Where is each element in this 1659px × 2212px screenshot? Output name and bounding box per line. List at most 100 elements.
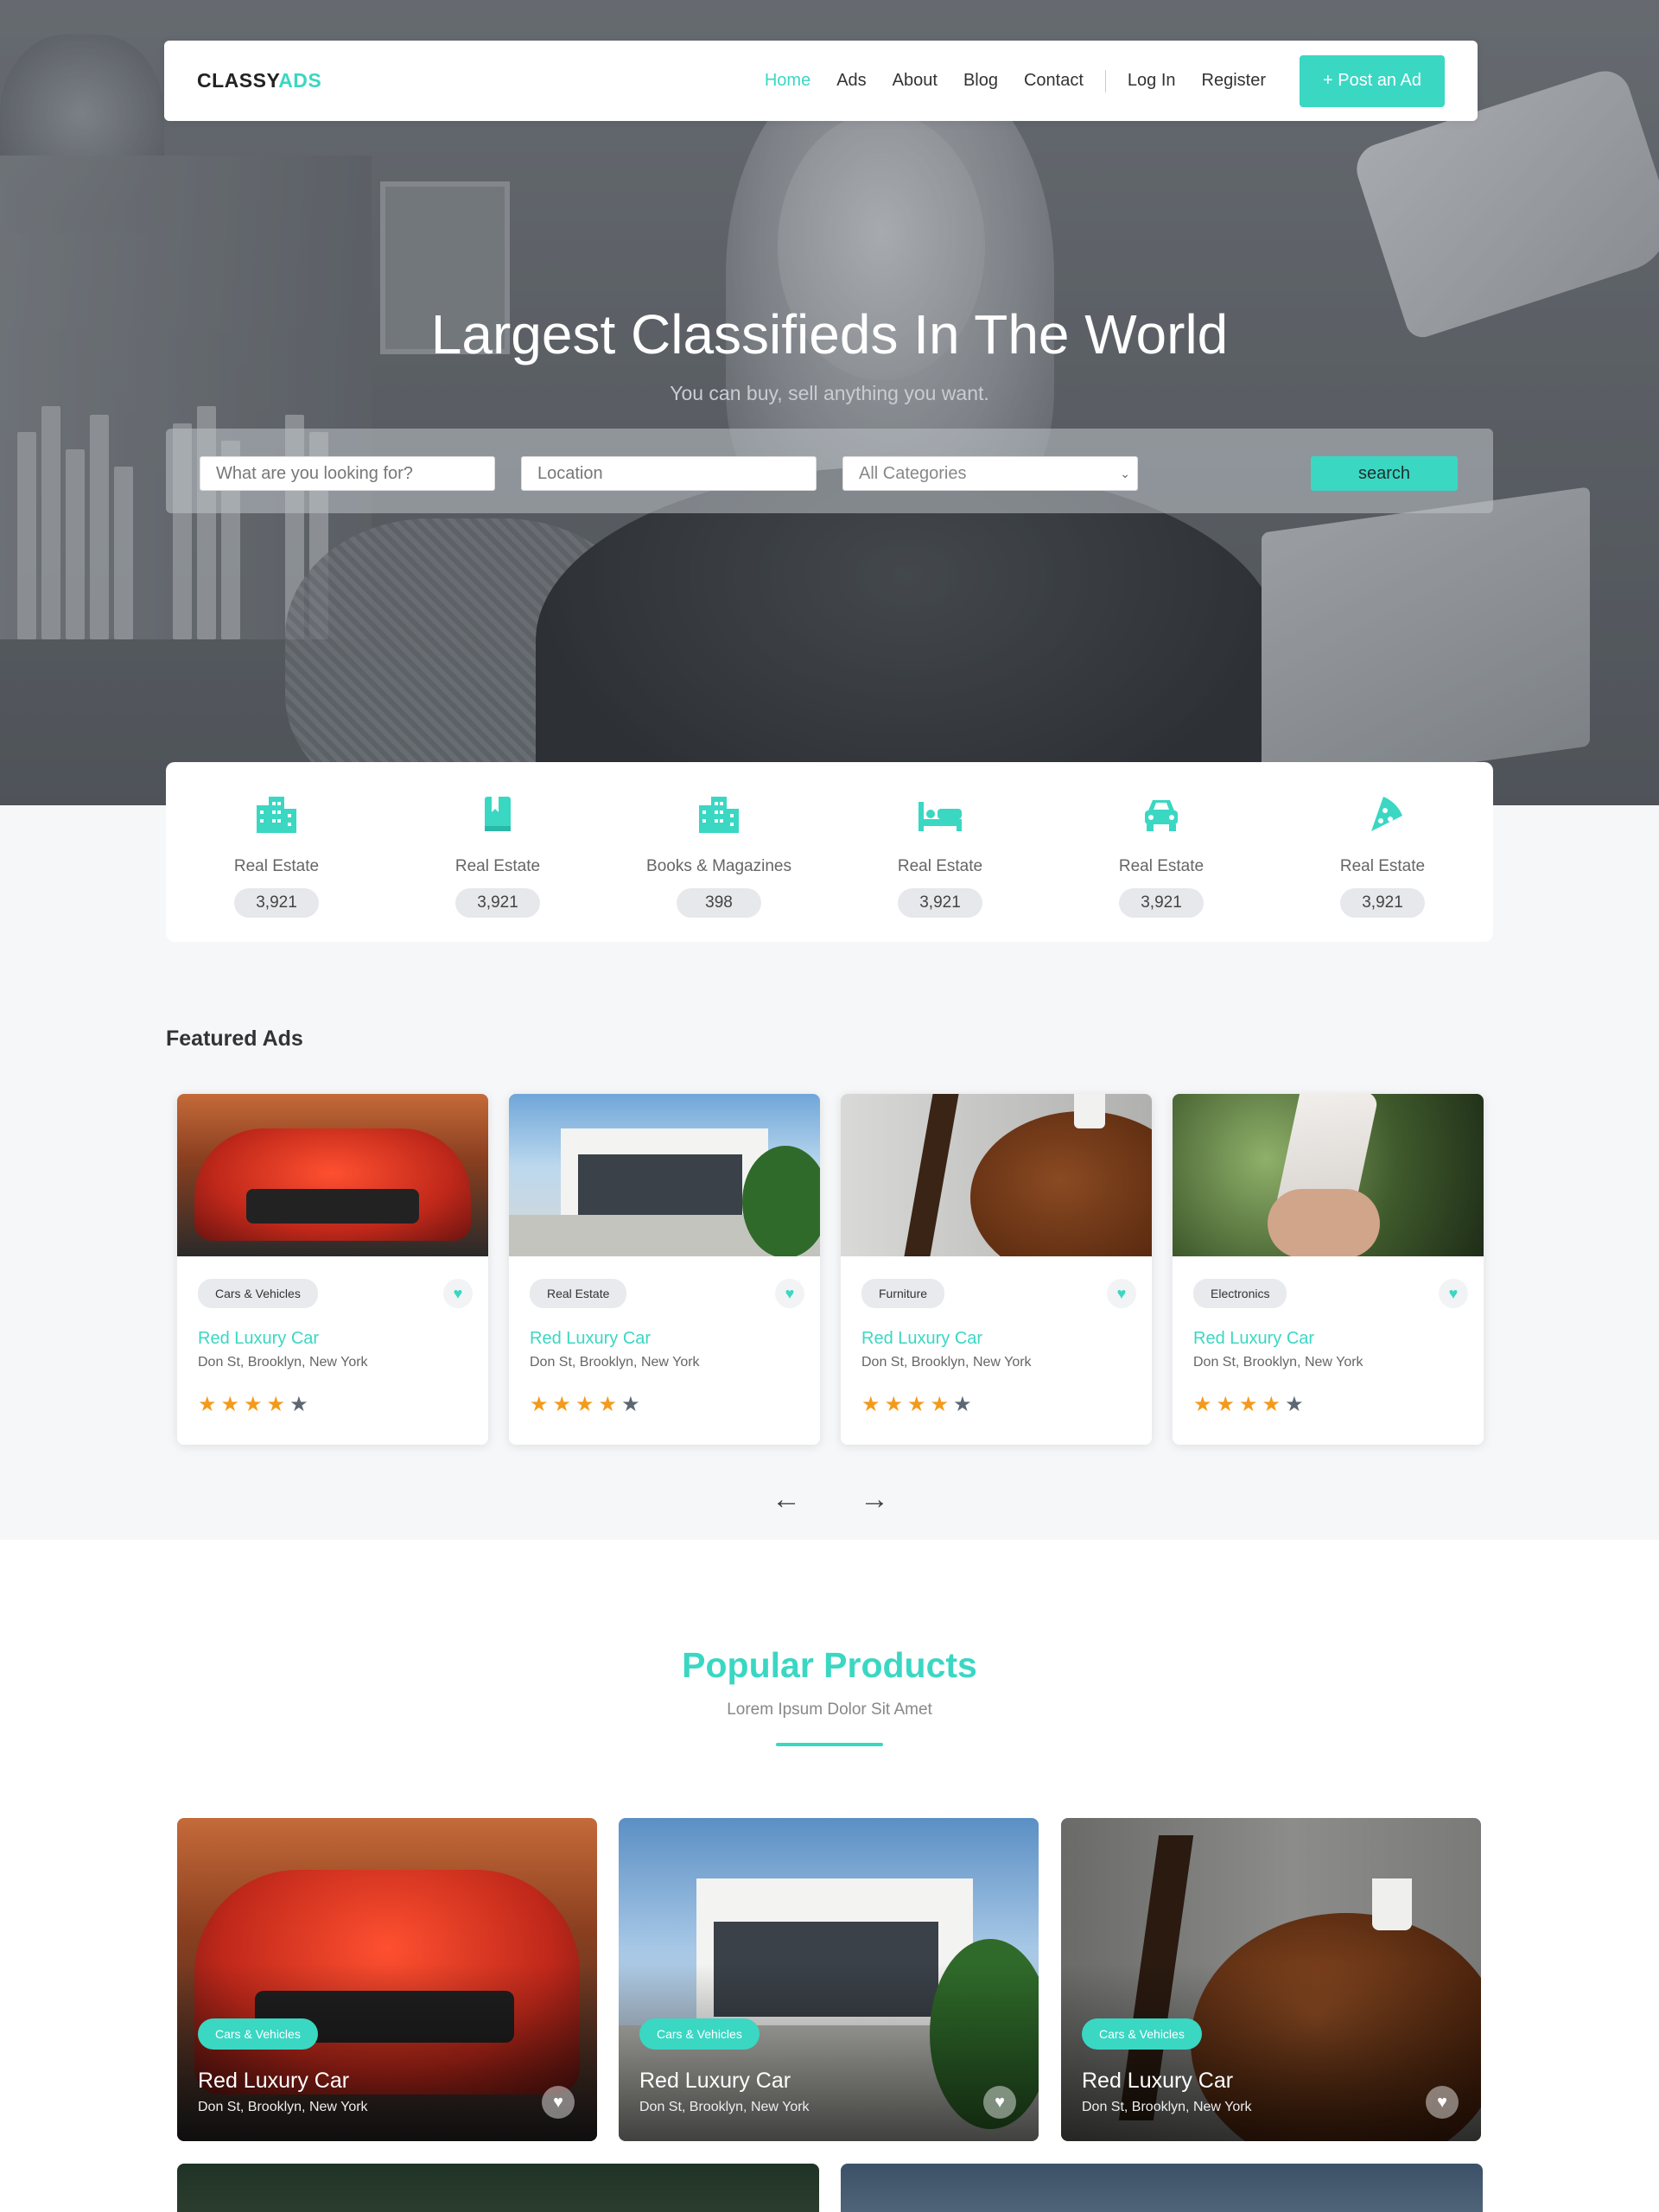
heart-icon[interactable]: ♥ xyxy=(1426,2086,1459,2119)
category-item[interactable]: Real Estate 3,921 xyxy=(387,762,608,942)
heart-icon[interactable]: ♥ xyxy=(775,1279,804,1308)
category-tag[interactable]: Cars & Vehicles xyxy=(1082,2018,1202,2050)
popular-product-card[interactable]: Cars & Vehicles Red Luxury Car Don St, B… xyxy=(619,1818,1039,2141)
star-icon: ★ xyxy=(530,1393,549,1416)
product-location: Don St, Brooklyn, New York xyxy=(198,2100,368,2114)
heart-icon[interactable]: ♥ xyxy=(983,2086,1016,2119)
category-count: 3,921 xyxy=(455,888,540,918)
category-item[interactable]: Real Estate 3,921 xyxy=(1051,762,1272,942)
category-count: 3,921 xyxy=(1119,888,1204,918)
nav-blog-link[interactable]: Blog xyxy=(950,71,1011,91)
nav-ads-link[interactable]: Ads xyxy=(823,71,879,91)
product-title[interactable]: Red Luxury Car xyxy=(1082,2069,1233,2094)
star-icon: ★ xyxy=(884,1393,904,1416)
popular-products-title: Popular Products xyxy=(682,1645,977,1685)
search-bar: What are you looking for? Location All C… xyxy=(166,429,1493,513)
category-count: 3,921 xyxy=(898,888,982,918)
ad-location: Don St, Brooklyn, New York xyxy=(530,1355,700,1370)
ad-title[interactable]: Red Luxury Car xyxy=(530,1329,651,1349)
category-select[interactable]: All Categories ⌄ xyxy=(842,456,1138,491)
category-item[interactable]: Real Estate 3,921 xyxy=(166,762,387,942)
nav-about-link[interactable]: About xyxy=(880,71,950,91)
pizza-icon xyxy=(1371,797,1402,831)
star-rating: ★ ★ ★ ★ ★ xyxy=(198,1395,308,1415)
title-underline xyxy=(776,1743,883,1746)
featured-ads-title: Featured Ads xyxy=(166,1027,303,1051)
popular-product-card[interactable]: Cars & Vehicles Red Luxury Car Don St, B… xyxy=(1061,1818,1481,2141)
featured-ad-card[interactable]: Electronics ♥ Red Luxury Car Don St, Bro… xyxy=(1173,1094,1484,1445)
search-button[interactable]: search xyxy=(1311,456,1458,491)
heart-icon[interactable]: ♥ xyxy=(443,1279,473,1308)
product-title[interactable]: Red Luxury Car xyxy=(198,2069,349,2094)
star-icon: ★ xyxy=(289,1393,308,1416)
product-location: Don St, Brooklyn, New York xyxy=(639,2100,810,2114)
nav-home-link[interactable]: Home xyxy=(752,71,823,91)
chevron-down-icon: ⌄ xyxy=(1120,466,1130,480)
car-icon xyxy=(1145,800,1178,831)
heart-icon[interactable]: ♥ xyxy=(542,2086,575,2119)
location-input[interactable]: Location xyxy=(521,456,817,491)
star-icon: ★ xyxy=(953,1393,972,1416)
building-icon xyxy=(257,797,296,833)
category-tag[interactable]: Real Estate xyxy=(530,1279,627,1308)
nav-divider xyxy=(1104,69,1106,92)
category-strip: Real Estate 3,921 Real Estate 3,921 Book… xyxy=(166,762,1493,942)
nav-contact-link[interactable]: Contact xyxy=(1011,71,1096,91)
category-item[interactable]: Real Estate 3,921 xyxy=(1272,762,1493,942)
product-title[interactable]: Red Luxury Car xyxy=(639,2069,791,2094)
product-location: Don St, Brooklyn, New York xyxy=(1082,2100,1252,2114)
category-count: 398 xyxy=(677,888,761,918)
star-icon: ★ xyxy=(621,1393,640,1416)
car-image xyxy=(177,1094,488,1256)
arrow-right-icon[interactable]: → xyxy=(860,1483,889,1516)
ad-title[interactable]: Red Luxury Car xyxy=(198,1329,319,1349)
category-tag[interactable]: Cars & Vehicles xyxy=(198,2018,318,2050)
category-tag[interactable]: Electronics xyxy=(1193,1279,1287,1308)
star-icon: ★ xyxy=(220,1393,240,1416)
building-icon xyxy=(699,797,739,833)
category-item[interactable]: Books & Magazines 398 xyxy=(608,762,830,942)
star-icon: ★ xyxy=(1239,1393,1258,1416)
star-icon: ★ xyxy=(1285,1393,1304,1416)
hero-title: Largest Classifieds In The World xyxy=(430,303,1229,365)
ad-location: Don St, Brooklyn, New York xyxy=(861,1355,1032,1370)
popular-product-card[interactable] xyxy=(841,2164,1483,2212)
category-tag[interactable]: Cars & Vehicles xyxy=(198,1279,318,1308)
star-icon: ★ xyxy=(598,1393,618,1416)
ad-title[interactable]: Red Luxury Car xyxy=(1193,1329,1314,1349)
hero-subtitle: You can buy, sell anything you want. xyxy=(670,382,989,404)
keyword-search-input[interactable]: What are you looking for? xyxy=(200,456,495,491)
register-link[interactable]: Register xyxy=(1189,71,1279,91)
category-tag[interactable]: Cars & Vehicles xyxy=(639,2018,760,2050)
heart-icon[interactable]: ♥ xyxy=(1107,1279,1136,1308)
star-icon: ★ xyxy=(1216,1393,1236,1416)
star-icon: ★ xyxy=(1262,1393,1281,1416)
star-icon: ★ xyxy=(907,1393,926,1416)
arrow-left-icon[interactable]: ← xyxy=(772,1483,801,1516)
logo[interactable]: CLASSYADS xyxy=(197,69,321,92)
login-link[interactable]: Log In xyxy=(1115,71,1189,91)
featured-ad-card[interactable]: Real Estate ♥ Red Luxury Car Don St, Bro… xyxy=(509,1094,820,1445)
book-icon xyxy=(485,797,511,831)
star-rating: ★ ★ ★ ★ ★ xyxy=(1193,1395,1304,1415)
bed-icon xyxy=(918,802,962,831)
star-icon: ★ xyxy=(244,1393,263,1416)
featured-ad-card[interactable]: Cars & Vehicles ♥ Red Luxury Car Don St,… xyxy=(177,1094,488,1445)
category-tag[interactable]: Furniture xyxy=(861,1279,945,1308)
heart-icon[interactable]: ♥ xyxy=(1439,1279,1468,1308)
category-item[interactable]: Real Estate 3,921 xyxy=(830,762,1051,942)
ad-title[interactable]: Red Luxury Car xyxy=(861,1329,982,1349)
star-icon: ★ xyxy=(575,1393,594,1416)
star-rating: ★ ★ ★ ★ ★ xyxy=(861,1395,972,1415)
navbar: CLASSYADS Home Ads About Blog Contact Lo… xyxy=(164,41,1478,121)
star-icon: ★ xyxy=(1193,1393,1212,1416)
popular-product-card[interactable]: Cars & Vehicles Red Luxury Car Don St, B… xyxy=(177,1818,597,2141)
popular-products-subtitle: Lorem Ipsum Dolor Sit Amet xyxy=(727,1700,932,1719)
main-menu: Home Ads About Blog Contact Log In Regis… xyxy=(752,54,1445,107)
star-rating: ★ ★ ★ ★ ★ xyxy=(530,1395,640,1415)
star-icon: ★ xyxy=(266,1393,286,1416)
popular-product-card[interactable] xyxy=(177,2164,819,2212)
category-count: 3,921 xyxy=(234,888,319,918)
featured-ad-card[interactable]: Furniture ♥ Red Luxury Car Don St, Brook… xyxy=(841,1094,1152,1445)
post-ad-button[interactable]: + Post an Ad xyxy=(1300,54,1445,107)
